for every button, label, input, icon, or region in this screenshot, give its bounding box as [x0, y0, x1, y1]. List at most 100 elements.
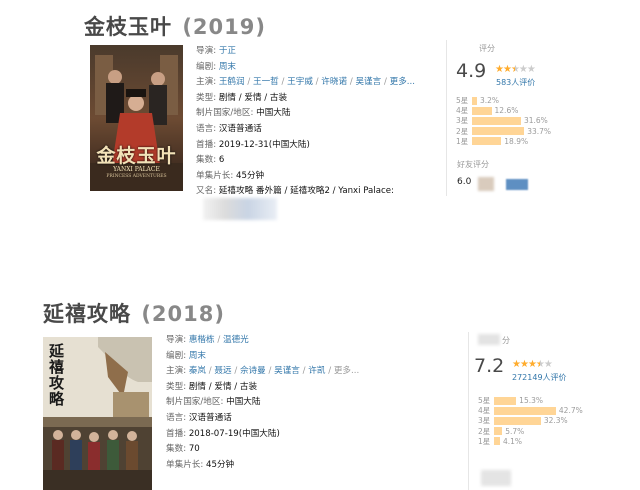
more-cast-link[interactable]: 更多...	[390, 77, 415, 87]
writer-row: 编剧: 周末	[166, 349, 359, 365]
episodes-value: 70	[188, 444, 200, 455]
runtime-row: 单集片长: 45分钟	[166, 458, 359, 474]
rating-count-link[interactable]: 583人评价	[496, 77, 535, 88]
friend-rating-score: 6.0	[457, 177, 472, 187]
country-value: 中国大陆	[226, 397, 261, 408]
friend-avatar[interactable]	[506, 179, 528, 190]
info-block: 导演: 惠楷栋 / 温德光 编剧: 周末 主演: 秦岚 / 聂远 / 佘诗曼 /…	[166, 333, 359, 473]
cast-link[interactable]: 佘诗曼	[240, 366, 266, 376]
rating-bar-percent: 42.7%	[558, 406, 583, 416]
rating-bar-row: 1星 4.1%	[478, 437, 522, 446]
country-value: 中国大陆	[256, 108, 291, 119]
cast-link[interactable]: 王鹤润	[219, 77, 245, 87]
rating-bar-row: 4星 12.6%	[456, 106, 518, 115]
star-icon: ★	[526, 64, 536, 75]
rating-bar	[494, 416, 541, 425]
show-title: 延禧攻略 (2018)	[43, 298, 225, 328]
poster-subtitle-2: PRINCESS ADVENTURES	[106, 174, 167, 179]
country-row: 制片国家/地区: 中国大陆	[166, 395, 359, 411]
writer-link[interactable]: 周末	[189, 351, 206, 361]
star-icon: ★	[527, 359, 537, 370]
poster-image[interactable]: 金枝玉叶 YANXI PALACE PRINCESS ADVENTURES	[90, 45, 183, 191]
director-key: 导演:	[196, 46, 217, 56]
director-link[interactable]: 于正	[219, 46, 236, 56]
language-key: 语言:	[196, 123, 217, 134]
info-block: 导演: 于正 编剧: 周末 主演: 王鹤润 / 王一哲 / 王宇威 / 许晓诺 …	[196, 44, 415, 200]
rating-bar	[472, 137, 502, 146]
rating-score: 4.9	[456, 60, 487, 82]
rating-divider	[446, 40, 447, 196]
more-cast-link[interactable]: 更多...	[334, 366, 359, 376]
rating-panel: 分 7.2 ★★★★★ 272149人评价 5星 15.3% 4星 42.7% 3星 32…	[468, 332, 618, 490]
poster-image[interactable]: 延禧攻略	[43, 337, 152, 490]
cast-link[interactable]: 许晓诺	[321, 77, 347, 87]
premiere-row: 首播: 2019-12-31(中国大陆)	[196, 138, 415, 154]
premiere-key: 首播:	[196, 139, 217, 150]
cast-row: 主演: 王鹤润 / 王一哲 / 王宇威 / 许晓诺 / 吴谨言 / 更多...	[196, 77, 415, 88]
rating-bar-percent: 12.6%	[494, 106, 519, 116]
rating-bar	[472, 106, 492, 115]
star-icon: ★	[519, 359, 529, 370]
title-text: 延禧攻略	[43, 302, 131, 326]
director-row: 导演: 于正	[196, 44, 415, 60]
cast-link[interactable]: 聂远	[214, 366, 231, 376]
episodes-key: 集数:	[166, 444, 187, 455]
star-icon: ★	[543, 359, 553, 370]
friend-rating-label: 好友评分	[457, 160, 489, 169]
cast-link[interactable]: 王宇威	[287, 77, 313, 87]
premiere-value: 2018-07-19(中国大陆)	[188, 428, 280, 439]
title-year: (2018)	[141, 302, 225, 326]
cast-link[interactable]: 吴谨言	[274, 366, 300, 376]
rating-bar	[494, 406, 556, 415]
cast-row: 主演: 秦岚 / 聂远 / 佘诗曼 / 吴谨言 / 许凯 / 更多...	[166, 366, 360, 377]
writer-row: 编剧: 周末	[196, 60, 415, 76]
writer-link[interactable]: 周末	[219, 62, 236, 72]
rating-bar	[472, 116, 521, 125]
show-entry-2: 延禧攻略 (2018) 延禧攻略 导演: 惠楷栋 / 温德光 编剧: 周末 主演…	[0, 270, 640, 490]
rating-bar-percent: 3.2%	[479, 96, 500, 105]
country-key: 制片国家/地区:	[196, 108, 254, 119]
rating-bar	[472, 127, 525, 136]
runtime-value: 45分钟	[206, 459, 235, 470]
poster-title: 金枝玉叶	[96, 145, 177, 167]
rating-divider	[468, 332, 469, 490]
aka-value: 延禧攻略 番外篇 / 延禧攻略2 / Yanxi Palace:	[218, 186, 394, 197]
rating-bar-row: 5星 15.3%	[478, 396, 543, 405]
type-key: 类型:	[166, 381, 187, 392]
writer-key: 编剧:	[166, 350, 187, 361]
rating-score: 7.2	[474, 355, 505, 377]
rating-bar-percent: 31.6%	[523, 116, 548, 126]
language-value: 汉语普通话	[188, 412, 232, 423]
rating-bar-percent: 4.1%	[502, 436, 522, 446]
rating-bar	[494, 396, 517, 405]
director-row: 导演: 惠楷栋 / 温德光	[166, 335, 249, 345]
rating-bar-row: 4星 42.7%	[478, 406, 583, 415]
cast-link[interactable]: 王一哲	[253, 77, 279, 87]
friend-avatar[interactable]	[478, 177, 494, 191]
language-value: 汉语普通话	[218, 123, 262, 134]
cast-link[interactable]: 许凯	[308, 366, 325, 376]
director-link[interactable]: 温德光	[223, 335, 249, 345]
cast-link[interactable]: 秦岚	[189, 366, 206, 376]
runtime-value: 45分钟	[236, 170, 265, 181]
runtime-key: 单集片长:	[196, 170, 234, 181]
country-key: 制片国家/地区:	[166, 397, 224, 408]
episodes-row: 集数: 6	[196, 153, 415, 169]
cast-link[interactable]: 吴谨言	[355, 77, 381, 87]
type-value: 剧情 / 爱情 / 古装	[188, 381, 258, 392]
rating-panel: 评分 4.9 ★★★★★ 583人评价 5星 3.2% 4星 12.6% 3星 31.6%…	[446, 40, 596, 200]
rating-bar-row: 5星 3.2%	[456, 96, 499, 105]
type-row: 类型: 剧情 / 爱情 / 古装	[196, 91, 415, 107]
rating-bar-percent: 15.3%	[519, 396, 543, 405]
country-row: 制片国家/地区: 中国大陆	[196, 106, 415, 122]
rating-count-link[interactable]: 272149人评价	[512, 372, 567, 383]
blurred-region	[203, 198, 277, 220]
language-row: 语言: 汉语普通话	[166, 411, 359, 427]
type-value: 剧情 / 爱情 / 古装	[218, 92, 288, 103]
star-icon: ★	[535, 359, 545, 370]
rating-stars: ★★★★★	[495, 64, 536, 75]
cast-key: 主演:	[196, 77, 217, 88]
blurred-label-region	[478, 334, 500, 345]
episodes-row: 集数: 70	[166, 442, 359, 458]
director-link[interactable]: 惠楷栋	[189, 335, 215, 345]
